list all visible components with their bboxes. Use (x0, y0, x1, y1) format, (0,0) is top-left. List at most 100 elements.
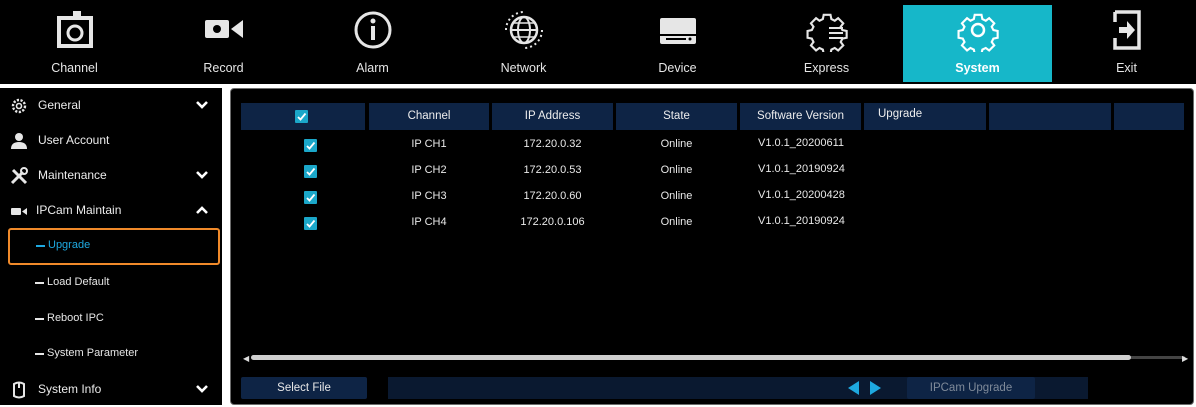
sidebar-subitem-label: Reboot IPC (47, 312, 104, 324)
channel-icon (56, 11, 93, 48)
header-ip-address-label: IP Address (524, 110, 581, 122)
scroll-left-arrow-icon[interactable]: ◀ (243, 354, 249, 363)
sidebar-item-label: User Account (38, 133, 110, 147)
nav-system-label: System (955, 61, 1000, 75)
check-icon (297, 112, 307, 121)
header-empty (989, 103, 1111, 130)
gear-icon (956, 13, 999, 52)
sidebar-item-label: System Info (38, 382, 102, 396)
record-camera-icon (204, 20, 243, 38)
nav-channel[interactable]: Channel (0, 0, 149, 84)
next-arrow-icon[interactable] (870, 381, 881, 395)
nav-network-label: Network (500, 61, 547, 75)
header-software-version: Software Version (740, 103, 861, 130)
cell-state: Online (660, 138, 693, 150)
nav-alarm[interactable]: Alarm (298, 0, 447, 84)
tools-icon (10, 167, 28, 185)
cell-state: Online (660, 190, 693, 202)
nav-system[interactable]: System (903, 5, 1052, 82)
dash-icon (35, 318, 44, 320)
sidebar-subitem-system-parameter[interactable]: System Parameter (0, 336, 222, 371)
express-gear-icon (805, 13, 848, 52)
chevron-down-icon[interactable] (195, 169, 209, 181)
sidebar-item-label: IPCam Maintain (36, 203, 122, 217)
sidebar-item-label: Maintenance (38, 168, 107, 182)
dash-icon (36, 245, 45, 247)
sidebar-subitem-label: Upgrade (48, 239, 91, 251)
row-checkbox[interactable] (304, 139, 317, 152)
row-checkbox[interactable] (304, 191, 317, 204)
header-upgrade-label: Upgrade (878, 108, 923, 120)
nav-record[interactable]: Record (149, 0, 298, 84)
sidebar-subitem-reboot-ipc[interactable]: Reboot IPC (0, 301, 222, 336)
header-ip-address: IP Address (492, 103, 613, 130)
sidebar-item-general[interactable]: General (0, 88, 222, 123)
header-select-all (241, 103, 365, 130)
sidebar-item-maintenance[interactable]: Maintenance (0, 158, 222, 193)
sidebar-subitem-label: System Parameter (47, 347, 139, 359)
top-nav-bar: Channel Record Alarm Network Device Expr… (0, 0, 1196, 84)
select-file-button[interactable]: Select File (241, 377, 367, 399)
header-state-label: State (663, 110, 690, 122)
nav-alarm-label: Alarm (356, 61, 389, 75)
alarm-info-icon (354, 11, 391, 49)
select-all-checkbox[interactable] (295, 110, 308, 123)
dash-icon (35, 353, 44, 355)
header-empty (1114, 103, 1184, 130)
sidebar-item-label: General (38, 98, 81, 112)
row-checkbox[interactable] (304, 217, 317, 230)
user-icon (11, 133, 27, 149)
cell-state: Online (660, 164, 693, 176)
exit-icon (1112, 10, 1141, 50)
header-software-version-label: Software Version (757, 110, 844, 122)
sidebar-item-user-account[interactable]: User Account (0, 123, 222, 158)
nav-express-label: Express (803, 61, 850, 75)
prev-arrow-icon[interactable] (848, 381, 859, 395)
sidebar: General User Account Maintenance IPCam M… (0, 88, 222, 405)
cell-ip: 172.20.0.106 (520, 216, 585, 228)
sidebar-item-system-info[interactable]: System Info (0, 372, 222, 407)
cell-ip: 172.20.0.60 (523, 190, 582, 202)
cell-version: V1.0.1_20190924 (758, 215, 845, 227)
check-icon (306, 193, 316, 202)
nav-exit[interactable]: Exit (1052, 0, 1196, 84)
chevron-down-icon[interactable] (195, 99, 209, 111)
dash-icon (35, 282, 44, 284)
header-state: State (616, 103, 737, 130)
mouse-icon (13, 381, 25, 399)
ipcam-icon (11, 208, 27, 215)
sidebar-subitem-load-default[interactable]: Load Default (0, 265, 222, 300)
hard-drive-icon (659, 18, 696, 44)
nav-express[interactable]: Express (752, 0, 901, 84)
cell-state: Online (660, 216, 693, 228)
cell-version: V1.0.1_20200428 (758, 189, 845, 201)
check-icon (306, 219, 316, 228)
gear-icon (11, 98, 27, 114)
cell-channel: IP CH4 (411, 216, 447, 228)
nav-record-label: Record (203, 61, 244, 75)
nav-device-label: Device (658, 61, 697, 75)
cell-channel: IP CH3 (411, 190, 447, 202)
chevron-up-icon[interactable] (195, 204, 209, 216)
ipcam-upgrade-button[interactable]: IPCam Upgrade (907, 377, 1035, 399)
nav-device[interactable]: Device (603, 0, 752, 84)
chevron-down-icon[interactable] (195, 383, 209, 395)
sidebar-subitem-label: Load Default (47, 276, 110, 288)
nav-channel-label: Channel (51, 61, 98, 75)
scrollbar-thumb[interactable] (251, 355, 1131, 360)
header-upgrade: Upgrade (864, 103, 986, 130)
upgrade-panel: Channel IP Address State Software Versio… (230, 88, 1194, 405)
cell-channel: IP CH1 (411, 138, 447, 150)
sidebar-subitem-upgrade[interactable]: Upgrade (8, 228, 220, 265)
nav-network[interactable]: Network (449, 0, 598, 84)
nav-exit-label: Exit (1116, 61, 1137, 75)
cell-version: V1.0.1_20190924 (758, 163, 845, 175)
sidebar-item-ipcam-maintain[interactable]: IPCam Maintain (0, 193, 222, 228)
cell-ip: 172.20.0.32 (523, 138, 582, 150)
header-channel-label: Channel (407, 110, 451, 122)
row-checkbox[interactable] (304, 165, 317, 178)
cell-ip: 172.20.0.53 (523, 164, 582, 176)
scroll-right-arrow-icon[interactable]: ▶ (1182, 354, 1188, 363)
check-icon (306, 167, 316, 176)
cell-version: V1.0.1_20200611 (758, 137, 845, 149)
